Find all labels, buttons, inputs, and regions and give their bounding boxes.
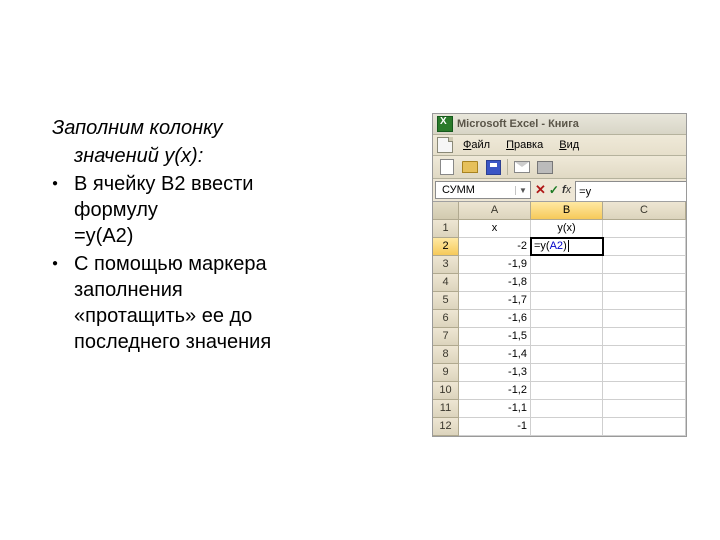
enter-icon[interactable]: ✓	[549, 183, 559, 197]
row-header[interactable]: 4	[433, 274, 459, 292]
col-header-b[interactable]: B	[531, 202, 603, 220]
excel-logo-icon	[437, 116, 453, 132]
control-menu-icon[interactable]	[437, 137, 453, 153]
new-button[interactable]	[437, 157, 457, 177]
cell-a10[interactable]: -1,2	[459, 382, 531, 400]
col-header-a[interactable]: A	[459, 202, 531, 220]
print-button[interactable]	[535, 157, 555, 177]
cell-c7[interactable]	[603, 328, 686, 346]
cell-b3[interactable]	[531, 256, 603, 274]
title-bar: Microsoft Excel - Книга	[433, 114, 686, 135]
row-header[interactable]: 10	[433, 382, 459, 400]
folder-open-icon	[462, 161, 478, 173]
grid-area: ABC1xy(x)2-2=y(A2)3-1,94-1,85-1,76-1,67-…	[433, 202, 686, 436]
row-header[interactable]: 11	[433, 400, 459, 418]
cell-c5[interactable]	[603, 292, 686, 310]
bullet-1: В ячейку B2 ввести формулу =y(A2)	[52, 171, 412, 249]
cell-b10[interactable]	[531, 382, 603, 400]
cell-a4[interactable]: -1,8	[459, 274, 531, 292]
formula-bar-buttons: ✕ ✓ fx	[531, 179, 575, 201]
intro-line1: Заполним колонку	[52, 115, 412, 141]
cell-b2-editing[interactable]: =y(A2)	[530, 237, 604, 256]
cell-a12[interactable]: -1	[459, 418, 531, 436]
cell-b4[interactable]	[531, 274, 603, 292]
row-header[interactable]: 12	[433, 418, 459, 436]
cell-a3[interactable]: -1,9	[459, 256, 531, 274]
menu-edit[interactable]: Правка	[500, 138, 549, 152]
cell-c4[interactable]	[603, 274, 686, 292]
save-button[interactable]	[483, 157, 503, 177]
formula-bar: СУММ ▼ ✕ ✓ fx =y	[433, 179, 686, 202]
cell-c12[interactable]	[603, 418, 686, 436]
row-header[interactable]: 8	[433, 346, 459, 364]
formula-input[interactable]: =y	[575, 181, 686, 201]
cell-b8[interactable]	[531, 346, 603, 364]
row-header[interactable]: 1	[433, 220, 459, 238]
row-header[interactable]: 3	[433, 256, 459, 274]
cell-c10[interactable]	[603, 382, 686, 400]
cell-b1[interactable]: y(x)	[531, 220, 603, 238]
cell-b6[interactable]	[531, 310, 603, 328]
cell-b11[interactable]	[531, 400, 603, 418]
cell-c3[interactable]	[603, 256, 686, 274]
cell-a9[interactable]: -1,3	[459, 364, 531, 382]
row-header[interactable]: 7	[433, 328, 459, 346]
cell-c6[interactable]	[603, 310, 686, 328]
menu-file[interactable]: Файл	[457, 138, 496, 152]
open-button[interactable]	[460, 157, 480, 177]
row-header[interactable]: 6	[433, 310, 459, 328]
menu-view[interactable]: Вид	[553, 138, 585, 152]
menu-bar: Файл Правка Вид	[433, 135, 686, 156]
name-box-text: СУММ	[436, 184, 515, 196]
mail-icon	[514, 161, 530, 173]
print-icon	[537, 161, 553, 174]
cell-a8[interactable]: -1,4	[459, 346, 531, 364]
cell-c2[interactable]	[603, 238, 686, 256]
fx-icon[interactable]: fx	[562, 184, 571, 196]
instruction-text: Заполним колонку значений y(x): В ячейку…	[52, 115, 412, 355]
name-box[interactable]: СУММ ▼	[435, 181, 531, 199]
window-title: Microsoft Excel - Книга	[457, 118, 579, 130]
excel-window: Microsoft Excel - Книга Файл Правка Вид …	[432, 113, 687, 437]
new-doc-icon	[440, 159, 454, 175]
cell-b7[interactable]	[531, 328, 603, 346]
cell-a2[interactable]: -2	[459, 238, 531, 256]
cell-c11[interactable]	[603, 400, 686, 418]
cell-a1[interactable]: x	[459, 220, 531, 238]
row-header[interactable]: 5	[433, 292, 459, 310]
save-icon	[486, 160, 501, 175]
bullet-2: С помощью маркера заполнения «протащить»…	[52, 251, 412, 355]
cell-b9[interactable]	[531, 364, 603, 382]
mail-button[interactable]	[512, 157, 532, 177]
cell-b12[interactable]	[531, 418, 603, 436]
col-header-c[interactable]: C	[603, 202, 686, 220]
cell-c1[interactable]	[603, 220, 686, 238]
cell-c9[interactable]	[603, 364, 686, 382]
name-box-dropdown-icon[interactable]: ▼	[515, 186, 530, 195]
cancel-icon[interactable]: ✕	[535, 182, 546, 198]
cell-b5[interactable]	[531, 292, 603, 310]
cell-c8[interactable]	[603, 346, 686, 364]
row-header[interactable]: 9	[433, 364, 459, 382]
row-header[interactable]: 2	[433, 238, 459, 256]
cell-a6[interactable]: -1,6	[459, 310, 531, 328]
cell-a7[interactable]: -1,5	[459, 328, 531, 346]
intro-line2: значений y(x):	[52, 143, 412, 169]
cell-a5[interactable]: -1,7	[459, 292, 531, 310]
toolbar-separator	[507, 159, 508, 175]
standard-toolbar	[433, 156, 686, 179]
cell-a11[interactable]: -1,1	[459, 400, 531, 418]
select-all-corner[interactable]	[433, 202, 459, 220]
